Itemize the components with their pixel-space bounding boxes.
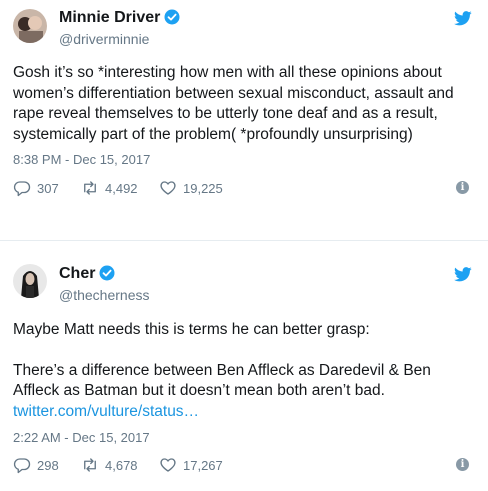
retweet-icon	[84, 458, 96, 472]
info-icon[interactable]: i	[456, 181, 469, 194]
tweet-text: Gosh it’s so *interesting how men with a…	[13, 64, 454, 143]
like-icon	[160, 458, 176, 472]
verified-icon	[99, 265, 115, 281]
avatar[interactable]	[13, 9, 47, 43]
tweet-paragraph: Maybe Matt needs this is terms he can be…	[13, 321, 370, 338]
reply-icon	[13, 181, 31, 197]
avatar[interactable]	[13, 264, 47, 298]
handle[interactable]: @driverminnie	[59, 31, 149, 47]
reply-button[interactable]: 307	[13, 178, 59, 198]
display-name[interactable]: Cher	[59, 265, 115, 283]
tweet: Cher @thecherness Maybe Matt needs this …	[0, 254, 488, 491]
tweet-link[interactable]: twitter.com/vulture/status…	[13, 402, 478, 423]
handle[interactable]: @thecherness	[59, 287, 149, 303]
retweet-button[interactable]: 4,492	[81, 178, 138, 198]
info-icon[interactable]: i	[456, 458, 469, 471]
like-button[interactable]: 19,225	[159, 178, 223, 198]
display-name[interactable]: Minnie Driver	[59, 9, 180, 27]
like-count: 19,225	[183, 180, 223, 196]
retweet-button[interactable]: 4,678	[81, 455, 138, 475]
twitter-bird-icon[interactable]	[454, 267, 472, 282]
verified-icon	[164, 9, 180, 25]
reply-count: 298	[37, 457, 59, 473]
tweet: Minnie Driver @driverminnie Gosh it’s so…	[0, 0, 488, 226]
display-name-text: Minnie Driver	[59, 9, 161, 26]
retweet-count: 4,678	[105, 457, 138, 473]
reply-icon	[13, 458, 31, 474]
tweet-paragraph: There’s a difference between Ben Affleck…	[13, 361, 431, 400]
like-icon	[160, 181, 176, 195]
reply-button[interactable]: 298	[13, 455, 59, 475]
twitter-bird-icon[interactable]	[454, 11, 472, 26]
divider	[0, 240, 488, 241]
retweet-count: 4,492	[105, 180, 138, 196]
reply-count: 307	[37, 180, 59, 196]
timestamp[interactable]: 2:22 AM - Dec 15, 2017	[13, 430, 150, 445]
display-name-text: Cher	[59, 265, 96, 282]
retweet-icon	[84, 181, 96, 195]
timestamp[interactable]: 8:38 PM - Dec 15, 2017	[13, 152, 150, 167]
tweet-text: Maybe Matt needs this is terms he can be…	[13, 320, 478, 422]
like-count: 17,267	[183, 457, 223, 473]
like-button[interactable]: 17,267	[159, 455, 223, 475]
